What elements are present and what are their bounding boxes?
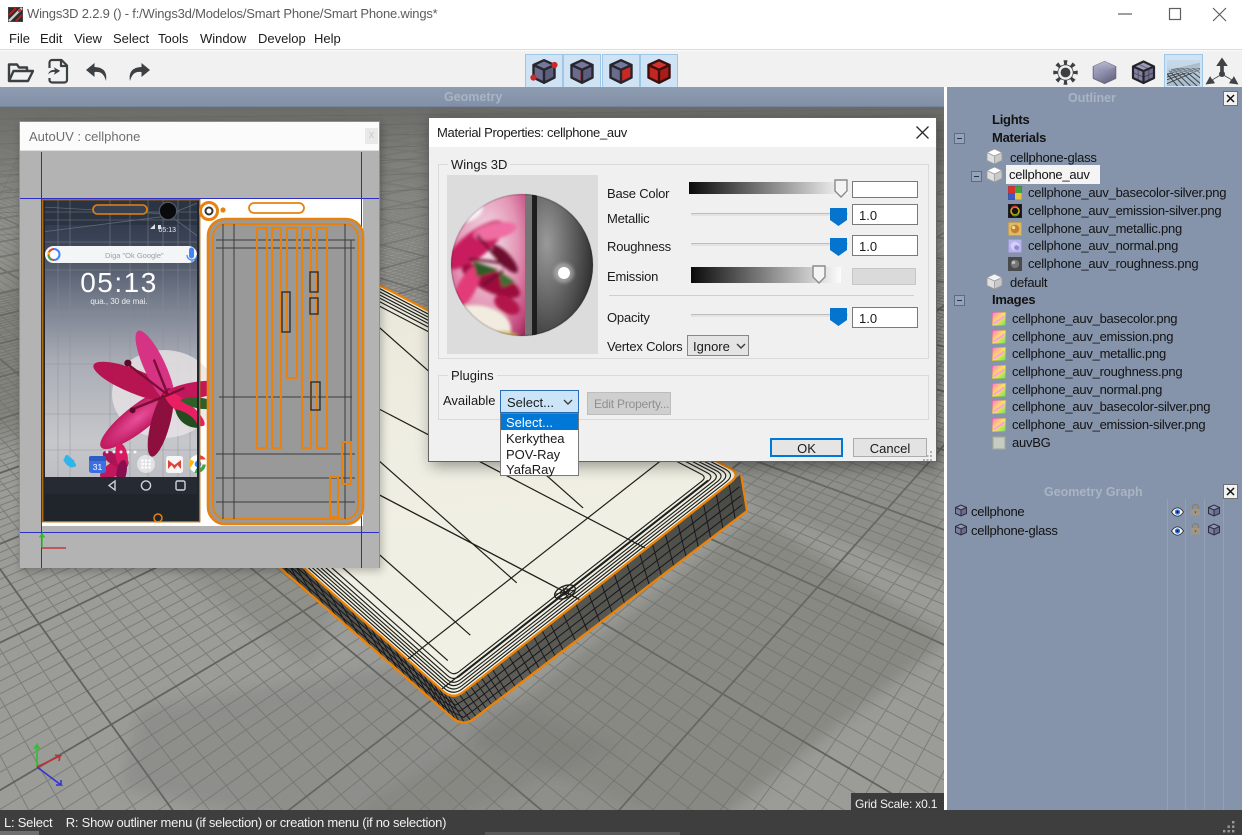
svg-text:qua., 30 de mai.: qua., 30 de mai. [90,297,147,306]
svg-text:05:13: 05:13 [158,227,176,234]
svg-text:31: 31 [93,462,103,472]
svg-text:Diga "Ok Google": Diga "Ok Google" [105,251,164,260]
svg-text:05:13: 05:13 [80,267,158,298]
